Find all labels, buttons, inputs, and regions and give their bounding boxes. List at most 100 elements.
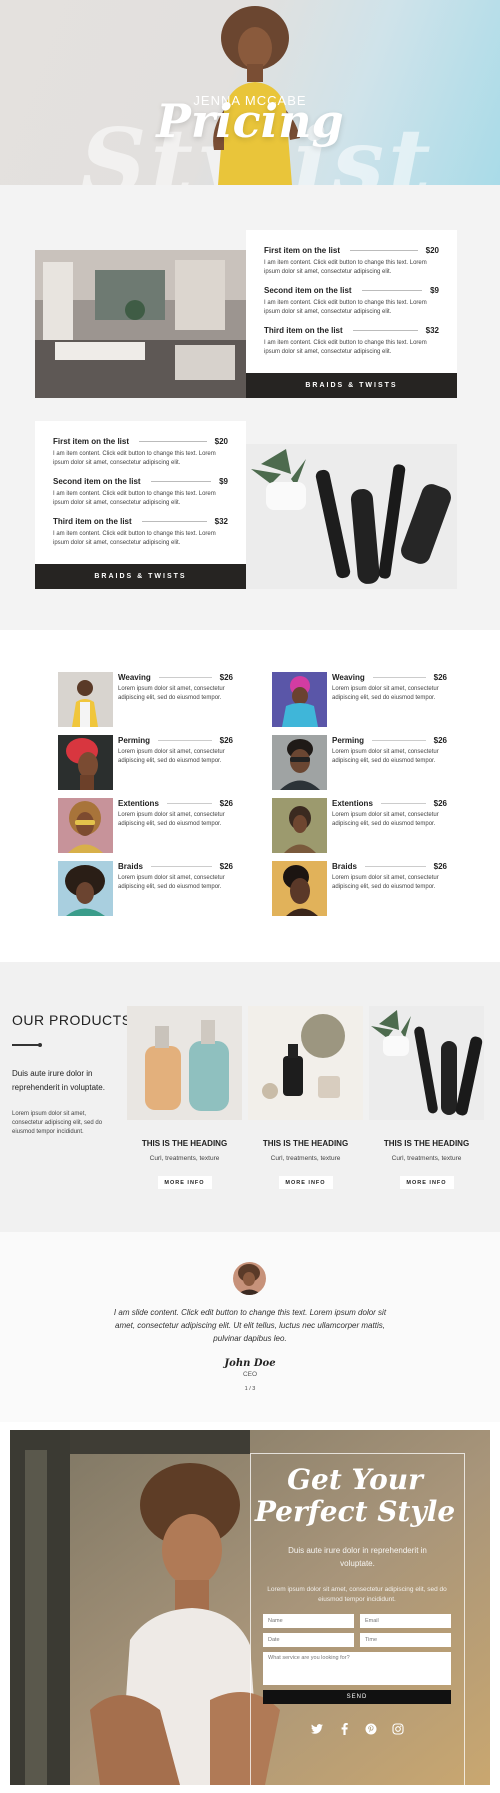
price-item-name: First item on the list [264,246,341,255]
service-name: Braids [332,862,357,871]
price-item-divider [141,521,207,522]
service-extentions-image [58,798,113,853]
price-item: Second item on the list $9 I am item cont… [53,477,228,508]
price-item-divider [139,441,207,442]
service-divider [166,803,212,804]
send-button[interactable]: SEND [263,1690,451,1704]
hero-title: Pricing [156,94,344,148]
price-item: First item on the list $20 I am item cont… [53,437,228,468]
booking-title: Get Your Perfect Style [245,1464,465,1528]
products-lead: Duis aute irure dolor in reprehenderit i… [12,1069,105,1092]
service-price: $26 [219,736,233,745]
products-text: Lorem ipsum dolor sit amet, consectetur … [12,1111,103,1135]
price-item: Second item on the list $9 I am item cont… [264,286,439,317]
service-description: Lorem ipsum dolor sit amet, consectetur … [332,749,439,764]
booking-title-line-2: Perfect Style [254,1495,456,1528]
product-card: THIS IS THE HEADING Curl, treatments, te… [248,1006,363,1189]
twitter-icon[interactable] [310,1722,324,1736]
price-item-price: $9 [430,286,439,295]
time-field[interactable] [360,1633,451,1647]
products-section: OUR PRODUCTS Duis aute irure dolor in re… [0,962,500,1232]
price-item: First item on the list $20 I am item cont… [264,246,439,277]
slide-counter[interactable]: 1 / 3 [0,1386,500,1392]
service-description: Lorem ipsum dolor sit amet, consectetur … [332,686,439,701]
price-item: Third item on the list $32 I am item cont… [264,326,439,357]
service-braids-image [58,861,113,916]
booking-lead: Duis aute irure dolor in reprehenderit i… [288,1546,427,1568]
price-item-description: I am item content. Click edit button to … [264,340,427,355]
price-item: Third item on the list $32 I am item cont… [53,517,228,548]
price-item-name: Second item on the list [53,477,141,486]
price-item-price: $20 [214,437,228,446]
service-name: Weaving [332,673,365,682]
name-field[interactable] [263,1614,354,1628]
service-price: $26 [433,862,447,871]
price-item-price: $32 [425,326,439,335]
service-item: Weaving $26 Lorem ipsum dolor sit amet, c… [272,672,447,727]
price-item-description: I am item content. Click edit button to … [264,260,427,275]
product-heading: THIS IS THE HEADING [383,1139,470,1148]
cosmetics-image [248,1006,363,1120]
service-request-field[interactable] [263,1652,451,1685]
service-item: Perming $26 Lorem ipsum dolor sit amet, c… [272,735,447,790]
service-item: Braids $26 Lorem ipsum dolor sit amet, co… [272,861,447,916]
price-item-divider [350,250,418,251]
price-item-price: $32 [214,517,228,526]
product-card: THIS IS THE HEADING Curl, treatments, te… [127,1006,242,1189]
service-name: Extentions [118,799,159,808]
more-info-button[interactable]: MORE INFO [399,1176,454,1189]
service-divider [372,677,426,678]
salon-interior-image [35,250,246,398]
service-price: $26 [433,799,447,808]
product-heading: THIS IS THE HEADING [141,1139,228,1148]
perfume-bottles-image [127,1006,242,1120]
price-item-price: $20 [425,246,439,255]
service-description: Lorem ipsum dolor sit amet, consectetur … [118,875,225,890]
product-card: THIS IS THE HEADING Curl, treatments, te… [369,1006,484,1189]
price-card-footer: BRAIDS & TWISTS [246,373,457,398]
service-item: Extentions $26 Lorem ipsum dolor sit amet… [58,798,233,853]
products-divider-dot [38,1043,42,1047]
hair-tools-image [246,444,457,589]
service-description: Lorem ipsum dolor sit amet, consectetur … [118,686,225,701]
testimonial-role: CEO [242,1371,258,1378]
service-price: $26 [219,799,233,808]
product-heading: THIS IS THE HEADING [262,1139,349,1148]
products-divider [12,1044,40,1046]
product-subtitle: Curl, treatments, texture [270,1155,341,1162]
price-item-divider [352,330,418,331]
service-braids-image [272,861,327,916]
price-card-footer: BRAIDS & TWISTS [35,564,246,589]
service-item: Braids $26 Lorem ipsum dolor sit amet, co… [58,861,233,916]
facebook-icon[interactable] [337,1722,351,1736]
service-price: $26 [219,673,233,682]
service-name: Perming [332,736,365,745]
pricing-section: First item on the list $20 I am item cont… [0,185,500,630]
service-perming-image [58,735,113,790]
testimonial-quote: I am slide content. Click edit button to… [113,1308,387,1343]
pinterest-icon[interactable] [364,1722,378,1736]
testimonial-signature: John Doe [224,1358,276,1369]
price-item-name: Third item on the list [264,326,343,335]
service-name: Weaving [118,673,151,682]
service-name: Braids [118,862,143,871]
price-item-name: Second item on the list [264,286,352,295]
booking-title-line-1: Get Your [287,1463,423,1496]
price-item-description: I am item content. Click edit button to … [264,300,427,315]
date-field[interactable] [263,1633,354,1647]
hero-banner: Stylist JENNA MCCABE Pricing [0,0,500,185]
more-info-button[interactable]: MORE INFO [157,1176,212,1189]
price-card-1: First item on the list $20 I am item cont… [246,230,457,398]
price-item-name: Third item on the list [53,517,132,526]
price-item-price: $9 [219,477,228,486]
instagram-icon[interactable] [391,1722,405,1736]
price-item-divider [361,290,423,291]
email-field[interactable] [360,1614,451,1628]
product-subtitle: Curl, treatments, texture [391,1155,462,1162]
testimonial-section: I am slide content. Click edit button to… [0,1232,500,1422]
service-divider [150,866,212,867]
more-info-button[interactable]: MORE INFO [278,1176,333,1189]
hair-tools-product-image [369,1006,484,1120]
service-divider [380,803,426,804]
service-description: Lorem ipsum dolor sit amet, consectetur … [118,812,225,827]
